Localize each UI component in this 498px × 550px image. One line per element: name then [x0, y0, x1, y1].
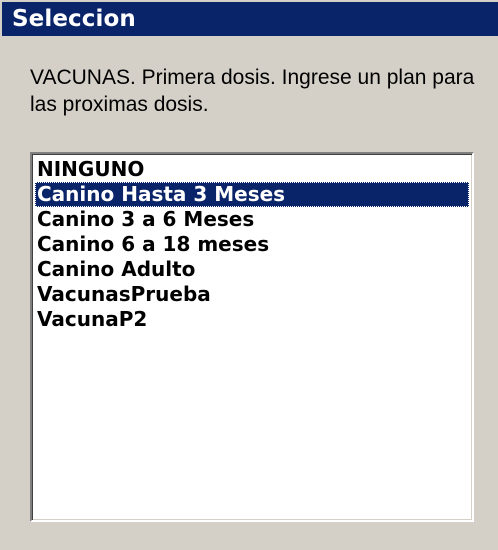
list-item-ninguno[interactable]: NINGUNO — [35, 157, 469, 182]
list-item-canino-3-a-6-meses[interactable]: Canino 3 a 6 Meses — [35, 207, 469, 232]
list-item-vacunap2[interactable]: VacunaP2 — [35, 307, 469, 332]
window-title: Seleccion — [2, 2, 498, 36]
plan-listbox[interactable]: NINGUNO Canino Hasta 3 Meses Canino 3 a … — [30, 152, 474, 522]
selection-dialog: Seleccion VACUNAS. Primera dosis. Ingres… — [0, 0, 498, 550]
prompt-text: VACUNAS. Primera dosis. Ingrese un plan … — [30, 66, 475, 116]
list-item-canino-hasta-3-meses[interactable]: Canino Hasta 3 Meses — [35, 182, 469, 207]
list-item-canino-6-a-18-meses[interactable]: Canino 6 a 18 meses — [35, 232, 469, 257]
list-item-canino-adulto[interactable]: Canino Adulto — [35, 257, 469, 282]
list-item-vacunasprueba[interactable]: VacunasPrueba — [35, 282, 469, 307]
